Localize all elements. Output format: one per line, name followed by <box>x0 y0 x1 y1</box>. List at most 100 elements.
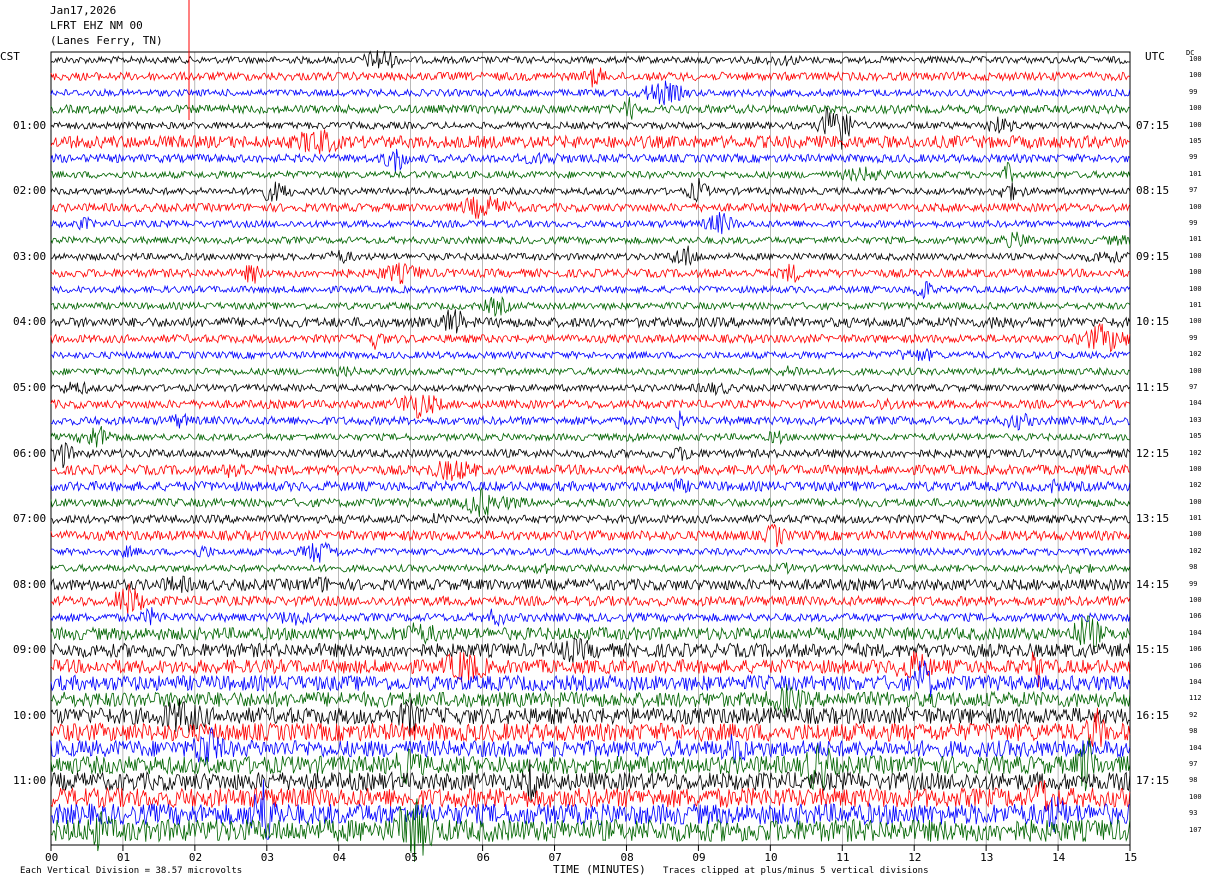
right-hour-label: 16:15 <box>1136 708 1170 722</box>
seismic-trace <box>50 67 1130 88</box>
dc-offset-label: 100 <box>1189 317 1202 326</box>
x-tick-label: 13 <box>980 851 994 864</box>
x-tick-label: 01 <box>116 851 131 864</box>
seismic-trace <box>50 541 1131 563</box>
seismic-trace <box>50 280 1131 300</box>
dc-offset-label: 100 <box>1189 792 1202 801</box>
seismic-trace <box>50 637 1131 663</box>
seismic-trace <box>50 322 1131 353</box>
seismic-trace <box>50 460 1130 481</box>
dc-offset-label: 100 <box>1189 284 1202 293</box>
dc-offset-label: 100 <box>1189 268 1202 277</box>
seismic-trace <box>50 394 1131 419</box>
dc-offset-label: 100 <box>1189 251 1202 260</box>
x-tick-label: 04 <box>332 851 346 864</box>
x-tick-label: 14 <box>1052 851 1066 864</box>
x-tick-label: 15 <box>1124 851 1138 864</box>
x-tick-label: 06 <box>476 851 490 864</box>
dc-offset-label: 102 <box>1189 481 1202 490</box>
dc-offset-label: 107 <box>1189 825 1202 834</box>
dc-offset-label: 105 <box>1189 432 1202 441</box>
dc-offset-label: 99 <box>1189 153 1198 162</box>
seismic-trace <box>50 80 1131 106</box>
dc-offset-label: 101 <box>1189 514 1202 523</box>
dc-offset-label: 102 <box>1189 448 1202 457</box>
dc-offset-label: 97 <box>1189 382 1198 391</box>
seismic-trace <box>50 148 1131 174</box>
dc-offset-label: 104 <box>1189 628 1202 637</box>
dc-offset-label: 101 <box>1189 169 1202 178</box>
right-hour-label: 08:15 <box>1136 184 1170 198</box>
seismic-trace <box>50 107 1131 150</box>
left-hour-label: 04:00 <box>13 315 47 329</box>
dc-offset-label: 99 <box>1189 218 1198 227</box>
seismic-trace <box>50 562 1131 575</box>
dc-offset-label: 112 <box>1189 694 1202 703</box>
seismic-trace <box>50 615 1131 649</box>
x-tick-label: 11 <box>836 851 850 864</box>
dc-offset-label: 92 <box>1189 710 1198 719</box>
right-hour-label: 07:15 <box>1136 118 1170 132</box>
seismic-trace <box>50 50 1130 69</box>
dc-offset-label: 97 <box>1189 186 1198 195</box>
x-tick-label: 02 <box>188 851 203 864</box>
dc-offset-label: 101 <box>1189 300 1202 309</box>
left-hour-label: 02:00 <box>13 184 47 198</box>
scale-note: Each Vertical Division = 38.57 microvolt… <box>20 866 243 876</box>
dc-offset-label: 99 <box>1189 333 1198 342</box>
left-hour-label: 10:00 <box>13 708 47 722</box>
clip-note: Traces clipped at plus/minus 5 vertical … <box>663 866 929 876</box>
right-hour-label: 15:15 <box>1136 643 1170 657</box>
left-hour-label: 06:00 <box>13 446 47 460</box>
x-tick-label: 12 <box>908 851 922 864</box>
right-hour-label: 17:15 <box>1136 774 1170 788</box>
seismic-trace <box>50 478 1131 494</box>
dc-offset-label: 100 <box>1189 366 1202 375</box>
left-hour-label: 05:00 <box>13 380 47 394</box>
seismic-trace <box>50 512 1130 525</box>
seismic-trace <box>50 97 1131 120</box>
helicorder-plot <box>50 0 1131 862</box>
left-hour-label: 08:00 <box>13 577 47 591</box>
dc-offset-label: 100 <box>1189 104 1202 113</box>
right-hour-label: 14:15 <box>1136 577 1170 591</box>
seismic-trace <box>50 523 1131 548</box>
seismic-trace <box>50 195 1131 219</box>
dc-offset-label: 98 <box>1189 727 1198 736</box>
x-tick-label: 03 <box>260 851 275 864</box>
seismic-trace <box>50 162 1131 183</box>
dc-offset-label: 97 <box>1189 760 1198 769</box>
seismic-trace <box>50 309 1131 334</box>
dc-offset-label: 100 <box>1189 497 1202 506</box>
seismic-trace <box>50 798 1131 862</box>
left-hour-label: 09:00 <box>13 643 47 657</box>
seismic-trace <box>50 365 1131 378</box>
seismic-trace <box>50 262 1130 285</box>
dc-offset-label: 102 <box>1189 546 1202 555</box>
dc-offset-label: 106 <box>1189 661 1202 670</box>
x-tick-label: 09 <box>692 851 706 864</box>
plot-frame <box>50 51 1131 846</box>
seismic-trace <box>50 211 1131 235</box>
dc-offset-label: 104 <box>1189 399 1202 408</box>
dc-offset-label: 98 <box>1189 563 1198 572</box>
seismic-trace <box>50 726 1131 765</box>
right-hour-label: 11:15 <box>1136 380 1170 394</box>
dc-offset-label: 105 <box>1189 136 1202 145</box>
left-hour-label: 07:00 <box>13 512 47 526</box>
seismic-trace <box>50 380 1131 397</box>
seismic-trace <box>50 583 1131 615</box>
right-hour-label: 10:15 <box>1136 315 1170 329</box>
left-hour-label: 01:00 <box>13 118 47 132</box>
x-axis-label: TIME (MINUTES) <box>553 863 646 876</box>
seismic-trace <box>50 442 1131 469</box>
seismic-trace <box>50 178 1131 203</box>
dc-offset-label: 103 <box>1189 415 1202 424</box>
dc-offset-label: 100 <box>1189 202 1202 211</box>
seismic-trace <box>50 425 1130 448</box>
dc-offset-label: 104 <box>1189 743 1202 752</box>
dc-offset-label: 99 <box>1189 579 1198 588</box>
x-tick-label: 10 <box>764 851 778 864</box>
dc-offset-label: 100 <box>1189 120 1202 129</box>
seismic-trace <box>50 759 1131 802</box>
